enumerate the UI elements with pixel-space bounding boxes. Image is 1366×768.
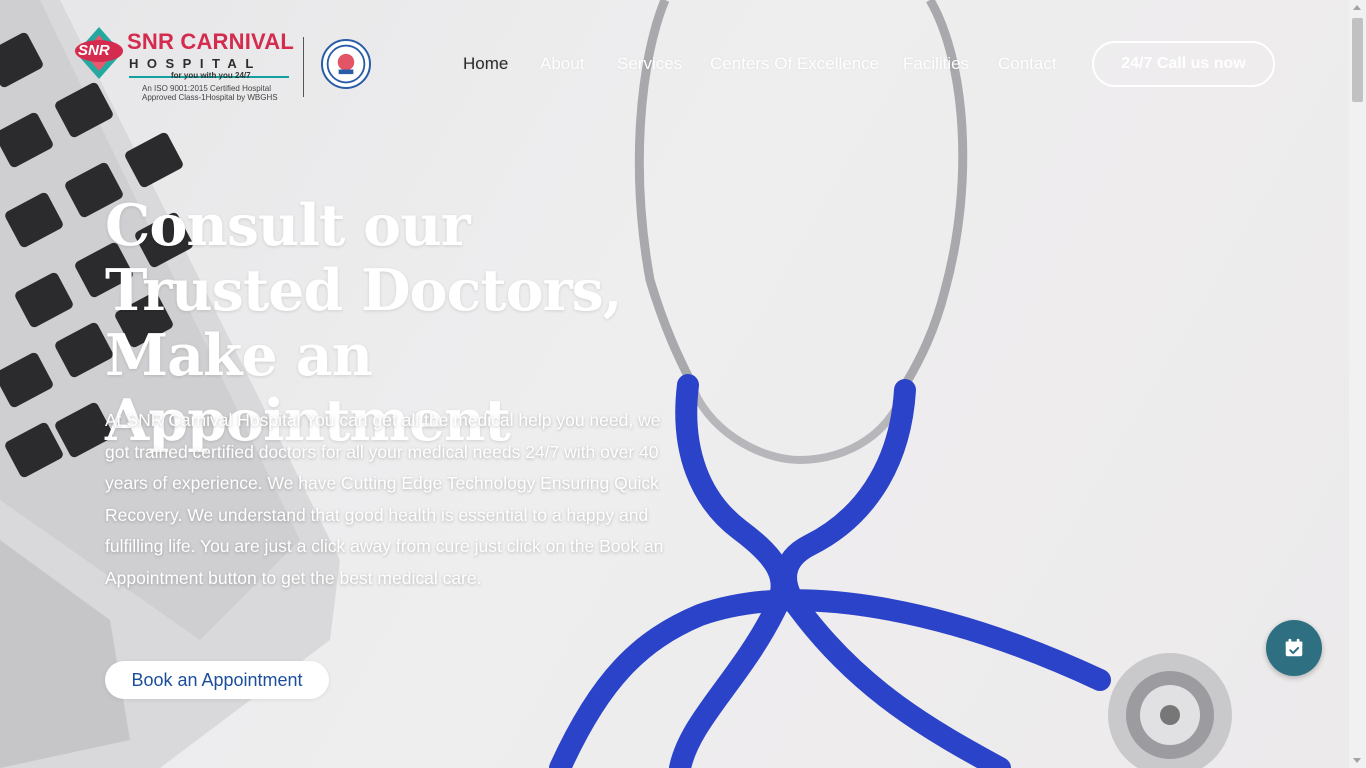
- nav-facilities[interactable]: Facilities: [903, 54, 969, 74]
- logo-subtitle: HOSPITAL: [129, 56, 262, 71]
- logo-divider: [303, 37, 304, 97]
- logo-name: SNR CARNIVAL: [127, 29, 294, 54]
- hospital-logo[interactable]: SNR SNR CARNIVAL HOSPITAL for you with y…: [74, 25, 374, 105]
- scroll-thumb[interactable]: [1352, 18, 1363, 102]
- nav-services[interactable]: Services: [617, 54, 682, 74]
- logo-certification: An ISO 9001:2015 Certified Hospital Appr…: [142, 84, 278, 102]
- book-appointment-button[interactable]: Book an Appointment: [105, 661, 329, 699]
- cert-line-2: Approved Class-1Hospital by WBGHS: [142, 93, 278, 102]
- nav-home[interactable]: Home: [463, 54, 508, 74]
- accreditation-seal-icon: [321, 39, 371, 89]
- appointment-fab-button[interactable]: [1266, 620, 1322, 676]
- scroll-down-arrow-icon[interactable]: [1353, 758, 1361, 763]
- logo-tagline: for you with you 24/7: [171, 71, 251, 80]
- cert-line-1: An ISO 9001:2015 Certified Hospital: [142, 84, 271, 93]
- calendar-check-icon: [1285, 638, 1303, 657]
- nav-centers-of-excellence[interactable]: Centers Of Excellence: [710, 54, 879, 74]
- call-us-button[interactable]: 24/7 Call us now: [1092, 41, 1275, 87]
- nav-contact[interactable]: Contact: [998, 54, 1057, 74]
- nav-about[interactable]: About: [540, 54, 584, 74]
- scroll-up-arrow-icon[interactable]: [1353, 5, 1361, 10]
- page-scrollbar[interactable]: [1349, 0, 1366, 768]
- hero-description: At SNR Carnival Hospital You can get all…: [105, 410, 664, 588]
- logo-initials: SNR: [78, 42, 110, 59]
